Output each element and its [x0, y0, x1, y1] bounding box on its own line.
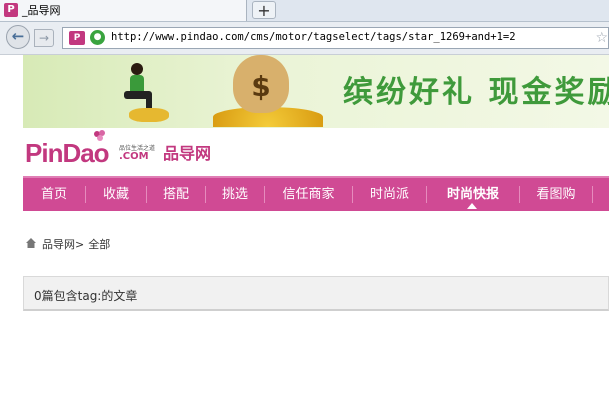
nav-divider [592, 186, 593, 203]
forward-button[interactable]: → [34, 29, 54, 47]
new-tab-button[interactable]: + [252, 1, 276, 19]
forward-arrow-icon: → [38, 31, 50, 45]
address-bar[interactable]: P ● http://www.pindao.com/cms/motor/tags… [62, 27, 609, 49]
tab-title: _品导网 [22, 4, 61, 17]
coin-stack [129, 108, 169, 122]
browser-tab[interactable]: P _品导网 [0, 0, 247, 21]
breadcrumb-home[interactable]: 品导网 [42, 238, 75, 251]
home-icon [26, 238, 36, 248]
site-header: PinDao 品位生活之道 .COM 品导网 [23, 128, 609, 176]
money-bag-icon: $ [233, 55, 289, 113]
active-nav-caret-icon [467, 203, 477, 209]
star-icon[interactable]: ☆ [595, 30, 608, 46]
nav-item-trusted-merchants[interactable]: 信任商家 [265, 178, 352, 211]
logo-com: .COM [119, 151, 149, 162]
globe-icon: ● [90, 30, 105, 45]
nav-item-fashion-group[interactable]: 时尚派 [353, 178, 426, 211]
nav-item-shop-by-image[interactable]: 看图购 [520, 178, 592, 211]
result-box: 0篇包含tag:的文章 [23, 276, 609, 311]
banner-slogan: 缤纷好礼 现金奖励 [343, 75, 609, 110]
promo-banner[interactable]: $ 缤纷好礼 现金奖励 [23, 55, 609, 128]
breadcrumb: 品导网> 全部 [25, 236, 110, 252]
breadcrumb-separator: > [75, 238, 85, 251]
nav-item-match[interactable]: 搭配 [147, 178, 205, 211]
pindao-favicon-icon: P [69, 31, 85, 45]
nav-item-home[interactable]: 首页 [23, 178, 85, 211]
browser-tabstrip: P _品导网 + [0, 0, 609, 22]
browser-navbar: ← → P ● http://www.pindao.com/cms/motor/… [0, 22, 609, 55]
pindao-favicon-icon: P [4, 3, 18, 17]
nav-item-favorites[interactable]: 收藏 [86, 178, 146, 211]
result-count-text: 0篇包含tag:的文章 [34, 289, 138, 303]
logo-chinese-name: 品导网 [163, 144, 212, 163]
flower-icon [94, 130, 105, 141]
back-button[interactable]: ← [6, 25, 30, 49]
main-nav: 首页 收藏 搭配 挑选 信任商家 时尚派 时尚快报 看图购 [23, 176, 609, 211]
nav-item-select[interactable]: 挑选 [206, 178, 264, 211]
url-text[interactable]: http://www.pindao.com/cms/motor/tagselec… [111, 31, 516, 43]
back-arrow-icon: ← [11, 27, 25, 45]
breadcrumb-current: 全部 [88, 238, 111, 251]
